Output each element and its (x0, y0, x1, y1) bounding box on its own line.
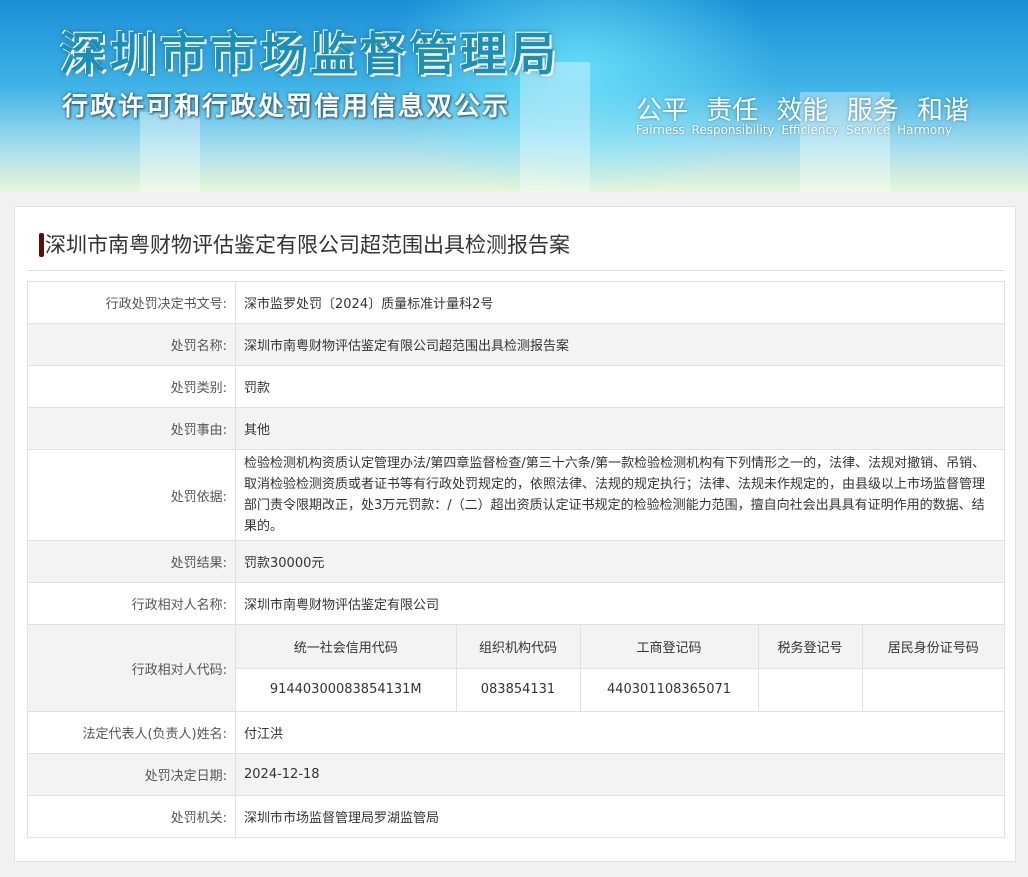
city-skyline (140, 112, 200, 192)
header-banner: 深圳市市场监督管理局 行政许可和行政处罚信用信息双公示 公平 责任 效能 服务 … (0, 0, 1028, 192)
detail-table: 行政处罚决定书文号: 深市监罗处罚〔2024〕质量标准计量科2号 处罚名称: 深圳市… (27, 281, 1005, 838)
code-value: 440301108365071 (579, 667, 759, 711)
row-value: 深圳市市场监督管理局罗湖监管局 (235, 795, 1005, 838)
row-value: 深市监罗处罚〔2024〕质量标准计量科2号 (235, 281, 1005, 324)
row-label: 处罚名称: (27, 323, 236, 366)
codes-table: 统一社会信用代码 组织机构代码 工商登记码 税务登记号 居民身份证号码 91440300… (236, 625, 1004, 711)
table-row: 行政相对人代码: 统一社会信用代码 组织机构代码 工商登记码 税务登记号 居民身份证号码… (27, 624, 1005, 712)
row-label: 行政相对人名称: (27, 582, 236, 625)
table-row: 行政相对人名称: 深圳市南粤财物评估鉴定有限公司 (27, 582, 1005, 625)
page-title: 深圳市南粤财物评估鉴定有限公司超范围出具检测报告案 (27, 231, 1005, 271)
row-label: 处罚事由: (27, 407, 236, 450)
row-value: 其他 (235, 407, 1005, 450)
code-header: 统一社会信用代码 (236, 625, 457, 669)
codes-cell: 统一社会信用代码 组织机构代码 工商登记码 税务登记号 居民身份证号码 91440300… (235, 624, 1005, 712)
table-row: 处罚类别: 罚款 (27, 365, 1005, 408)
row-label: 处罚决定日期: (27, 753, 236, 796)
row-label: 法定代表人(负责人)姓名: (27, 711, 236, 754)
table-row: 处罚依据: 检验检测机构资质认定管理办法/第四章监督检查/第三十六条/第一款检验检… (27, 449, 1005, 541)
table-row: 处罚事由: 其他 (27, 407, 1005, 450)
row-value: 罚款30000元 (235, 540, 1005, 583)
slogan: 公平 责任 效能 服务 和谐 (636, 96, 970, 126)
code-header: 组织机构代码 (455, 625, 581, 669)
row-value: 检验检测机构资质认定管理办法/第四章监督检查/第三十六条/第一款检验检测机构有下… (235, 449, 1005, 541)
code-value (757, 667, 863, 711)
row-label: 处罚机关: (27, 795, 236, 838)
table-row: 法定代表人(负责人)姓名: 付江洪 (27, 711, 1005, 754)
code-header: 工商登记码 (579, 625, 759, 669)
table-row: 处罚机关: 深圳市市场监督管理局罗湖监管局 (27, 795, 1005, 838)
slogan-en: Fairness Responsibility Efficiency Servi… (636, 123, 952, 137)
row-label: 行政相对人代码: (27, 624, 236, 712)
table-row: 处罚名称: 深圳市南粤财物评估鉴定有限公司超范围出具检测报告案 (27, 323, 1005, 366)
code-value: 91440300083854131M (236, 667, 457, 711)
row-label: 处罚依据: (27, 449, 236, 541)
row-value: 深圳市南粤财物评估鉴定有限公司超范围出具检测报告案 (235, 323, 1005, 366)
code-value (861, 667, 1004, 711)
row-value: 罚款 (235, 365, 1005, 408)
row-value: 深圳市南粤财物评估鉴定有限公司 (235, 582, 1005, 625)
row-label: 处罚结果: (27, 540, 236, 583)
code-header: 居民身份证号码 (861, 625, 1004, 669)
table-row: 处罚结果: 罚款30000元 (27, 540, 1005, 583)
row-label: 处罚类别: (27, 365, 236, 408)
site-title: 深圳市市场监督管理局 (60, 27, 560, 81)
code-value: 083854131 (455, 667, 581, 711)
content-panel: 深圳市南粤财物评估鉴定有限公司超范围出具检测报告案 行政处罚决定书文号: 深市监罗… (14, 206, 1016, 862)
site-subtitle: 行政许可和行政处罚信用信息双公示 (62, 92, 511, 122)
code-header: 税务登记号 (757, 625, 863, 669)
row-value: 付江洪 (235, 711, 1005, 754)
table-row: 处罚决定日期: 2024-12-18 (27, 753, 1005, 796)
row-label: 行政处罚决定书文号: (27, 281, 236, 324)
row-value: 2024-12-18 (235, 753, 1005, 796)
table-row: 行政处罚决定书文号: 深市监罗处罚〔2024〕质量标准计量科2号 (27, 281, 1005, 324)
